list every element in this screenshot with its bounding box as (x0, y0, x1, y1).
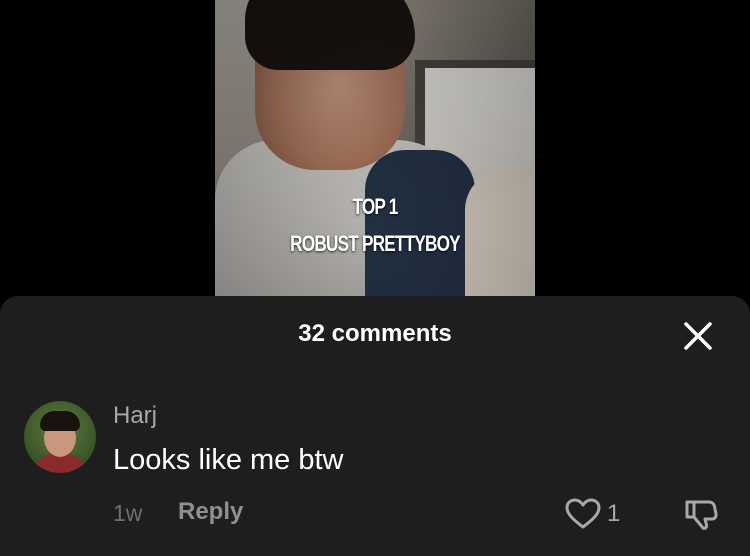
like-button[interactable]: 1 (565, 496, 635, 532)
thumbs-down-icon (685, 500, 718, 530)
dislike-button[interactable] (683, 496, 719, 532)
close-icon (684, 322, 712, 350)
avatar[interactable] (24, 401, 96, 473)
like-count: 1 (607, 500, 621, 527)
comment-timestamp: 1w (113, 500, 143, 526)
comment-username[interactable]: Harj (113, 402, 157, 430)
comment-item: Harj Looks like me btw 1w Reply 1 (0, 396, 750, 546)
comments-sheet: 32 comments Harj Looks like me btw 1w Re… (0, 296, 750, 556)
reply-button[interactable]: Reply (178, 498, 243, 526)
close-button[interactable] (680, 318, 716, 354)
video-caption-line-2: ROBUST PRETTYBOY (290, 231, 460, 256)
video-caption-line-1: TOP 1 (352, 194, 398, 219)
comments-count-title: 32 comments (298, 320, 452, 347)
video-preview[interactable]: TOP 1 ROBUST PRETTYBOY (215, 0, 535, 296)
comment-text: Looks like me btw (113, 444, 344, 476)
heart-outline-icon (565, 498, 601, 529)
